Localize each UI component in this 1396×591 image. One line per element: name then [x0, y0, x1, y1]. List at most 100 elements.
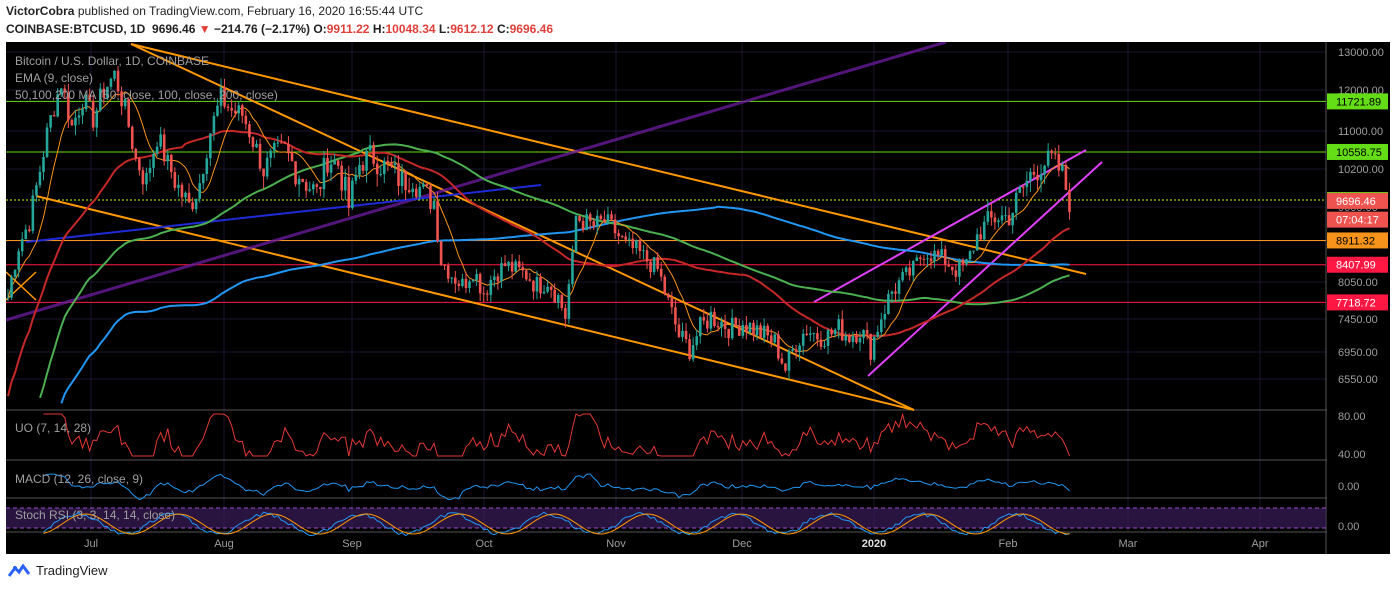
candle-body	[52, 115, 56, 117]
candle-body	[49, 115, 52, 128]
legend-title: Bitcoin / U.S. Dollar, 1D, COINBASE	[15, 54, 209, 68]
candle-body	[1004, 215, 1007, 217]
candle-body	[1046, 150, 1050, 166]
candle-body	[74, 117, 77, 126]
candle-body	[517, 261, 521, 268]
candle-body	[425, 184, 429, 186]
candle-body	[343, 176, 347, 191]
candle-body	[290, 152, 294, 162]
candle-body	[187, 192, 191, 203]
candle-body	[393, 163, 397, 166]
candle-body	[830, 329, 833, 335]
candle-body	[471, 279, 475, 282]
x-tick-label: Dec	[732, 538, 752, 550]
candle-body	[482, 293, 485, 295]
candle-body	[890, 291, 894, 294]
uo-line	[43, 412, 1070, 458]
x-tick-label: Aug	[214, 538, 234, 550]
candle-body	[336, 160, 340, 166]
candle-body	[823, 345, 826, 347]
candle-body	[869, 333, 872, 360]
candle-body	[38, 171, 42, 186]
candle-body	[734, 317, 738, 327]
publish-line: VictorCobra published on TradingView.com…	[6, 4, 423, 18]
candle-body	[450, 277, 454, 279]
candle-body	[418, 186, 422, 197]
y-tick-label: 8050.00	[1338, 277, 1378, 289]
candle-body	[581, 220, 585, 231]
candle-body	[848, 335, 851, 343]
price-tag-label: 07:04:17	[1336, 215, 1379, 227]
candle-body	[42, 156, 45, 172]
candles	[6, 66, 1071, 380]
candle-body	[713, 311, 716, 327]
candle-body	[1029, 171, 1032, 181]
candle-body	[610, 214, 613, 220]
candle-body	[642, 250, 645, 252]
candle-body	[777, 334, 780, 359]
candle-body	[677, 324, 681, 337]
candle-body	[1018, 186, 1022, 193]
candle-body	[500, 263, 503, 282]
candle-body	[670, 297, 674, 308]
candle-body	[489, 280, 493, 295]
candle-body	[564, 308, 567, 319]
price-tag-label: 8911.32	[1336, 235, 1375, 247]
candle-body	[432, 200, 436, 209]
candle-body	[184, 192, 187, 198]
candle-body	[919, 257, 922, 259]
candle-body	[542, 291, 546, 294]
candle-body	[91, 100, 95, 128]
candle-body	[695, 336, 698, 346]
candle-body	[674, 307, 677, 325]
candle-body	[624, 236, 627, 240]
candle-body	[617, 233, 620, 237]
candle-body	[940, 249, 943, 256]
candle-body	[897, 280, 901, 294]
candle-body	[276, 142, 280, 144]
candle-body	[205, 158, 209, 174]
candle-body	[738, 326, 741, 336]
chart-area[interactable]: 13000.0012000.0011000.0010200.009600.008…	[5, 40, 1390, 554]
channel-lower	[35, 195, 915, 411]
candle-body	[933, 250, 936, 262]
candle-body	[798, 345, 801, 352]
candle-body	[915, 257, 919, 262]
candle-body	[145, 173, 148, 185]
candle-body	[326, 157, 329, 173]
price-chart[interactable]: 13000.0012000.0011000.0010200.009600.008…	[5, 40, 1390, 554]
candle-body	[780, 358, 784, 364]
candle-body	[986, 211, 990, 222]
candle-body	[258, 143, 262, 169]
y-tick-label: 13000.00	[1338, 47, 1384, 59]
candle-body	[212, 115, 216, 134]
candle-body	[659, 268, 663, 277]
candle-body	[1053, 153, 1057, 155]
candle-body	[688, 339, 691, 360]
candle-body	[1025, 180, 1029, 188]
candle-body	[397, 163, 400, 187]
candle-body	[1068, 189, 1071, 213]
candle-body	[844, 335, 848, 341]
candle-body	[556, 295, 560, 303]
price-tag-label: 7718.72	[1336, 297, 1376, 309]
candle-body	[667, 293, 670, 298]
tradingview-footer[interactable]: TradingView	[8, 563, 108, 578]
candle-body	[35, 185, 38, 196]
candle-body	[1039, 174, 1043, 181]
candle-body	[400, 171, 404, 187]
ma100-line	[39, 143, 1070, 399]
candle-body	[876, 332, 880, 337]
candle-body	[922, 258, 926, 260]
candle-body	[109, 78, 113, 87]
ma50-line	[7, 129, 1070, 397]
high-value: 10048.34	[385, 22, 436, 36]
candle-body	[1064, 165, 1068, 190]
symbol: COINBASE:BTCUSD, 1D	[6, 22, 146, 36]
candle-body	[361, 165, 365, 171]
candle-body	[706, 320, 709, 329]
candle-body	[308, 189, 312, 191]
osc-tick-label: 40.00	[1338, 449, 1366, 461]
candle-body	[454, 277, 457, 284]
candle-body	[365, 150, 368, 171]
